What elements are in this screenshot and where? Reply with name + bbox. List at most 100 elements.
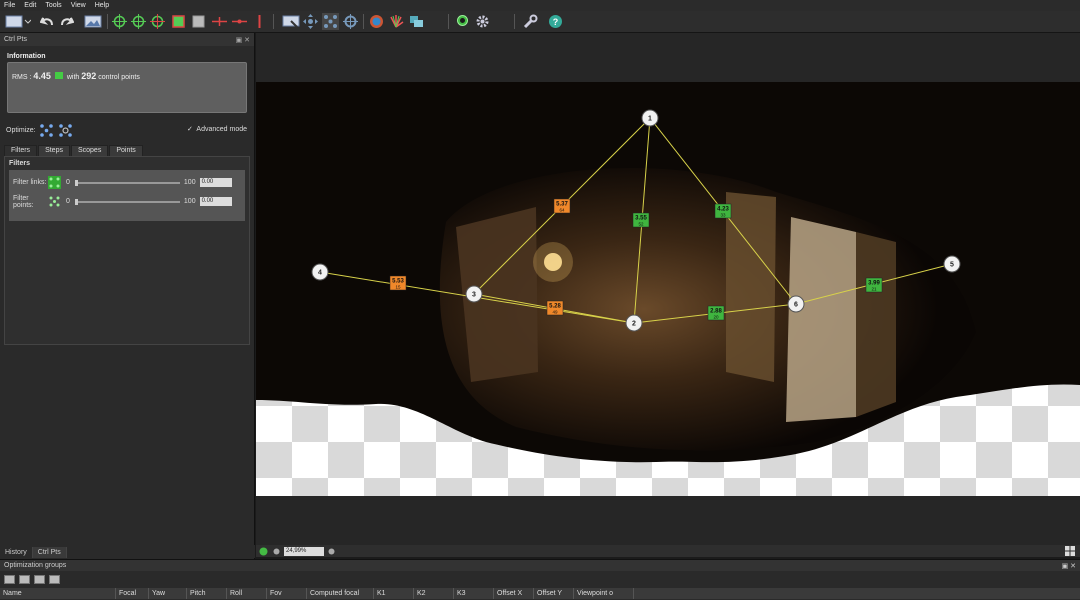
zoom-icon[interactable] [259,547,268,556]
screen-select-icon[interactable] [281,13,301,30]
filter-points-min: 0 [66,198,70,205]
edit-group-icon[interactable] [34,575,45,584]
optimize-label: Optimize: [6,126,36,134]
column-roll[interactable]: Roll [227,588,267,599]
zoom-fit-icon[interactable] [272,547,281,556]
filter-points-row: Filter points: 0 100 0.00 [13,192,241,211]
image-node-label: 1 [648,116,652,123]
tab-steps[interactable]: Steps [38,145,70,156]
points-grid-icon[interactable] [322,13,339,30]
column-pitch[interactable]: Pitch [187,588,227,599]
column-fov[interactable]: Fov [267,588,307,599]
optimize-links-icon[interactable] [39,123,53,137]
tab-ctrl-pts[interactable]: Ctrl Pts [32,547,67,558]
optimize-points-icon[interactable] [58,123,72,137]
rectangle-select-icon[interactable] [190,13,207,30]
filter-points-max: 100 [183,198,196,205]
link-label[interactable]: 5.2849 [546,300,564,316]
flag-icon [54,72,63,79]
hdr-icon[interactable] [368,13,385,30]
image-node[interactable]: 5 [943,255,961,273]
control-point-count: 292 [81,71,97,81]
link-label[interactable]: 5.3764 [553,198,571,214]
duplicate-group-icon[interactable] [19,575,30,584]
vertical-line-icon[interactable] [231,13,248,30]
split-icon[interactable] [251,13,268,30]
link-point-count: 20 [713,315,719,320]
delete-point-icon[interactable] [170,13,187,30]
image-node[interactable]: 2 [625,314,643,332]
svg-text:?: ? [553,17,559,27]
redo-icon[interactable] [58,13,75,30]
filter-links-spinbox[interactable]: 0.00 [199,178,232,187]
filters-tab-body: Filters Filter links: 0 100 0.00 Filter … [4,156,250,345]
help-icon[interactable]: ? [547,13,564,30]
panel-float-close-icon[interactable]: ▣ ✕ [236,36,250,44]
column-computed-focal[interactable]: Computed focal [307,588,374,599]
link-label[interactable]: 5.5315 [389,275,407,291]
menu-view[interactable]: View [71,2,86,9]
image-node[interactable]: 6 [787,295,805,313]
menu-edit[interactable]: Edit [24,2,36,9]
image-node[interactable]: 4 [311,263,329,281]
tab-filters[interactable]: Filters [4,145,38,156]
menu-file[interactable]: File [4,2,15,9]
zoom-reset-icon[interactable] [327,547,336,556]
link-label[interactable]: 2.8820 [707,305,725,321]
tab-scopes[interactable]: Scopes [70,145,109,156]
undo-icon[interactable] [39,13,56,30]
image-node[interactable]: 1 [641,109,659,127]
wrench-icon[interactable] [522,13,539,30]
advanced-mode-checkbox[interactable]: ✓ Advanced mode [187,125,247,133]
panorama-viewer[interactable]: 3.55 52 5.37 64 4.23 33 5.53 15 5.28 49 2.88 20 3.99… [256,33,1080,545]
menu-bar: File Edit Tools View Help [0,0,1080,11]
zoom-field[interactable]: 24,99% [284,546,324,556]
panorama-canvas[interactable]: 3.5552 5.3764 4.2333 5.5315 5.2849 2.8820 3.99… [256,82,1080,496]
filter-links-min: 0 [66,179,70,186]
delete-group-icon[interactable] [49,575,60,584]
move-icon[interactable] [302,13,319,30]
tab-history[interactable]: History [0,547,33,558]
menu-help[interactable]: Help [95,2,109,9]
link-point-count: 49 [552,310,558,315]
search-icon[interactable] [455,13,472,30]
filter-links-max: 100 [183,179,196,186]
select-point-icon[interactable] [149,13,166,30]
column-k2[interactable]: K2 [414,588,454,599]
layers-icon[interactable] [408,13,425,30]
link-label[interactable]: 3.9921 [865,277,883,293]
column-k1[interactable]: K1 [374,588,414,599]
link-label[interactable]: 3.5552 [632,212,650,228]
column-offset-x[interactable]: Offset X [494,588,534,599]
color-correction-icon[interactable] [388,13,405,30]
panel-float-close-icon[interactable]: ▣ ✕ [1062,562,1076,570]
tab-points[interactable]: Points [109,145,143,156]
optimization-groups-title: Optimization groups [4,562,67,569]
image-node[interactable]: 3 [465,285,483,303]
filter-links-label: Filter links: [13,179,47,186]
gear-icon[interactable] [474,13,491,30]
image-view-icon[interactable] [83,13,103,30]
column-focal[interactable]: Focal [116,588,149,599]
panel-title: Ctrl Pts [4,36,27,43]
projection-menu-button[interactable] [4,13,32,30]
filter-points-slider[interactable] [74,198,180,205]
column-yaw[interactable]: Yaw [149,588,187,599]
column-name[interactable]: Name [0,588,116,599]
move-point-icon[interactable] [130,13,147,30]
filter-points-spinbox[interactable]: 0.00 [199,197,232,206]
column-viewpoint[interactable]: Viewpoint o [574,588,634,599]
layout-icon[interactable] [1064,545,1076,557]
column-offset-y[interactable]: Offset Y [534,588,574,599]
add-group-icon[interactable] [4,575,15,584]
column-k3[interactable]: K3 [454,588,494,599]
image-node-label: 2 [632,321,636,328]
horizontal-line-icon[interactable] [211,13,228,30]
link-label[interactable]: 4.2333 [714,203,732,219]
advanced-mode-label: Advanced mode [196,126,247,133]
menu-tools[interactable]: Tools [45,2,61,9]
filter-links-slider[interactable] [74,179,180,186]
add-point-icon[interactable] [111,13,128,30]
check-icon: ✓ [187,126,193,133]
target-icon[interactable] [342,13,359,30]
